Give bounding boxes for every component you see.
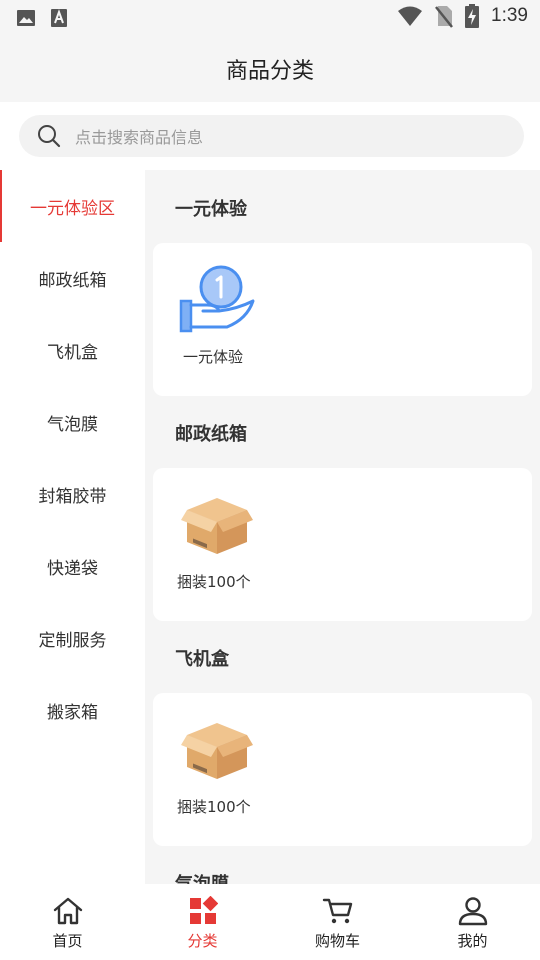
search-icon (38, 125, 61, 148)
product-label: 捆装100个 (177, 573, 251, 591)
tab-label: 购物车 (314, 932, 360, 950)
sidebar-item-label: 封箱胶带 (38, 486, 107, 507)
sidebar-item-one-yuan[interactable]: 一元体验区 (0, 170, 145, 242)
sidebar-item-express-bag[interactable]: 快递袋 (0, 530, 145, 602)
sidebar-item-label: 快递袋 (47, 558, 98, 579)
page-title: 商品分类 (225, 59, 314, 84)
sidebar-item-airplane-box[interactable]: 飞机盒 (0, 314, 145, 386)
section-title: 飞机盒 (175, 649, 229, 670)
bottom-tab-bar: 首页 分类 购物车 我的 (0, 884, 540, 960)
section-title: 一元体验 (175, 199, 247, 220)
tab-profile[interactable]: 我的 (405, 884, 540, 960)
product-label: 一元体验 (183, 348, 244, 366)
image-notification-icon (17, 10, 35, 26)
section-title: 气泡膜 (175, 870, 229, 884)
sidebar-item-label: 飞机盒 (47, 342, 98, 363)
tab-label: 分类 (187, 932, 218, 950)
text-notification-icon (51, 9, 67, 27)
sidebar-item-label: 一元体验区 (30, 198, 115, 219)
sidebar-item-packing-tape[interactable]: 封箱胶带 (0, 458, 145, 530)
sidebar-item-bubble-wrap[interactable]: 气泡膜 (0, 386, 145, 458)
category-content: 一元体验 一元体验 邮政纸箱 捆装100个 飞机盒 捆装100个 (145, 170, 540, 884)
sidebar-item-postal-box[interactable]: 邮政纸箱 (0, 242, 145, 314)
search-placeholder: 点击搜索商品信息 (75, 128, 204, 147)
product-card[interactable]: 一元体验 (153, 243, 532, 396)
search-input[interactable]: 点击搜索商品信息 (19, 115, 524, 157)
tab-home[interactable]: 首页 (0, 884, 135, 960)
sidebar-item-moving-box[interactable]: 搬家箱 (0, 674, 145, 746)
tab-label: 我的 (457, 932, 488, 950)
status-time: 1:39 (491, 5, 528, 26)
tab-cart[interactable]: 购物车 (270, 884, 405, 960)
cardboard-box-icon (181, 723, 253, 779)
wifi-icon (398, 6, 423, 26)
sidebar-item-label: 气泡膜 (47, 414, 98, 435)
search-bar-container: 点击搜索商品信息 (0, 102, 540, 170)
category-icon (189, 896, 218, 924)
battery-charging-icon (465, 4, 480, 28)
sidebar-item-label: 邮政纸箱 (38, 270, 107, 291)
page-header: 商品分类 (0, 36, 540, 102)
product-card[interactable]: 捆装100个 (153, 468, 532, 621)
tab-category[interactable]: 分类 (135, 884, 270, 960)
no-sim-icon (435, 6, 453, 28)
status-right-icons: 1:39 (397, 4, 528, 28)
user-icon (458, 897, 487, 926)
tab-label: 首页 (52, 932, 83, 950)
coin-hand-icon (179, 265, 255, 333)
status-left-icons (16, 8, 68, 28)
product-card[interactable]: 捆装100个 (153, 693, 532, 846)
sidebar-item-label: 搬家箱 (47, 702, 98, 723)
cart-icon (322, 898, 352, 924)
category-sidebar: 一元体验区 邮政纸箱 飞机盒 气泡膜 封箱胶带 快递袋 定制服务 搬家箱 (0, 170, 145, 884)
sidebar-item-label: 定制服务 (38, 630, 107, 651)
section-title: 邮政纸箱 (175, 424, 247, 445)
home-icon (53, 897, 82, 925)
status-bar: 1:39 (0, 0, 540, 36)
product-label: 捆装100个 (177, 798, 251, 816)
sidebar-item-custom-service[interactable]: 定制服务 (0, 602, 145, 674)
cardboard-box-icon (181, 498, 253, 554)
